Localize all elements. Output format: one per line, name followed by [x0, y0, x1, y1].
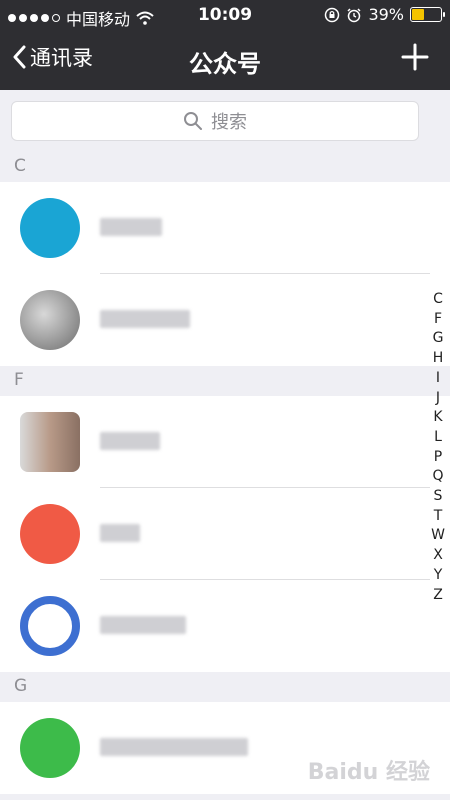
search-input[interactable]: 搜索	[11, 101, 419, 141]
account-name-obscured	[100, 218, 162, 236]
avatar	[20, 718, 80, 778]
index-letter-p[interactable]: P	[434, 448, 442, 468]
account-name-obscured	[100, 616, 186, 634]
add-icon[interactable]	[400, 42, 430, 72]
index-letter-i[interactable]: I	[436, 369, 440, 389]
list-item[interactable]	[0, 182, 450, 274]
account-name-obscured	[100, 432, 160, 450]
alphabet-index[interactable]: CFGHIJKLPQSTWXYZ	[430, 290, 446, 605]
index-letter-h[interactable]: H	[433, 349, 444, 369]
avatar	[20, 290, 80, 350]
avatar	[20, 504, 80, 564]
index-letter-s[interactable]: S	[434, 487, 443, 507]
avatar	[20, 412, 80, 472]
list-item[interactable]	[0, 488, 450, 580]
index-letter-f[interactable]: F	[434, 310, 442, 330]
index-letter-k[interactable]: K	[433, 408, 442, 428]
account-name-obscured	[100, 524, 140, 542]
index-letter-w[interactable]: W	[431, 526, 445, 546]
search-icon	[184, 112, 202, 130]
account-name-obscured	[100, 310, 190, 328]
list-item[interactable]	[0, 274, 450, 366]
index-letter-c[interactable]: C	[433, 290, 443, 310]
index-letter-q[interactable]: Q	[432, 467, 443, 487]
list-item[interactable]	[0, 396, 450, 488]
index-letter-t[interactable]: T	[434, 507, 443, 527]
alarm-icon	[347, 7, 361, 22]
index-letter-g[interactable]: G	[433, 329, 444, 349]
status-bar: 中国移动 10:09 39%	[0, 0, 450, 32]
section-letter: C	[14, 156, 26, 176]
page-title: 公众号	[189, 50, 261, 78]
watermark-logo: Baidu 经验	[307, 760, 430, 785]
rotation-lock-icon	[325, 7, 340, 22]
top-bar: 中国移动 10:09 39% 通讯录 公众号	[0, 0, 450, 90]
account-name-obscured	[100, 738, 248, 756]
index-letter-z[interactable]: Z	[433, 586, 443, 606]
avatar	[20, 596, 80, 656]
section-header-c: C	[0, 152, 450, 182]
index-letter-x[interactable]: X	[433, 546, 443, 566]
section-letter: G	[14, 676, 28, 696]
section-header-g: G	[0, 672, 450, 702]
index-letter-j[interactable]: J	[436, 389, 440, 409]
search-area: 搜索	[0, 90, 450, 152]
index-letter-y[interactable]: Y	[434, 566, 443, 586]
battery-percent: 39%	[368, 5, 404, 24]
section-header-f: F	[0, 366, 450, 396]
search-placeholder: 搜索	[211, 112, 247, 133]
avatar	[20, 198, 80, 258]
list-item[interactable]	[0, 580, 450, 672]
nav-bar: 通讯录 公众号	[0, 32, 450, 90]
index-letter-l[interactable]: L	[434, 428, 442, 448]
section-letter: F	[14, 370, 24, 390]
battery-icon	[410, 7, 445, 22]
